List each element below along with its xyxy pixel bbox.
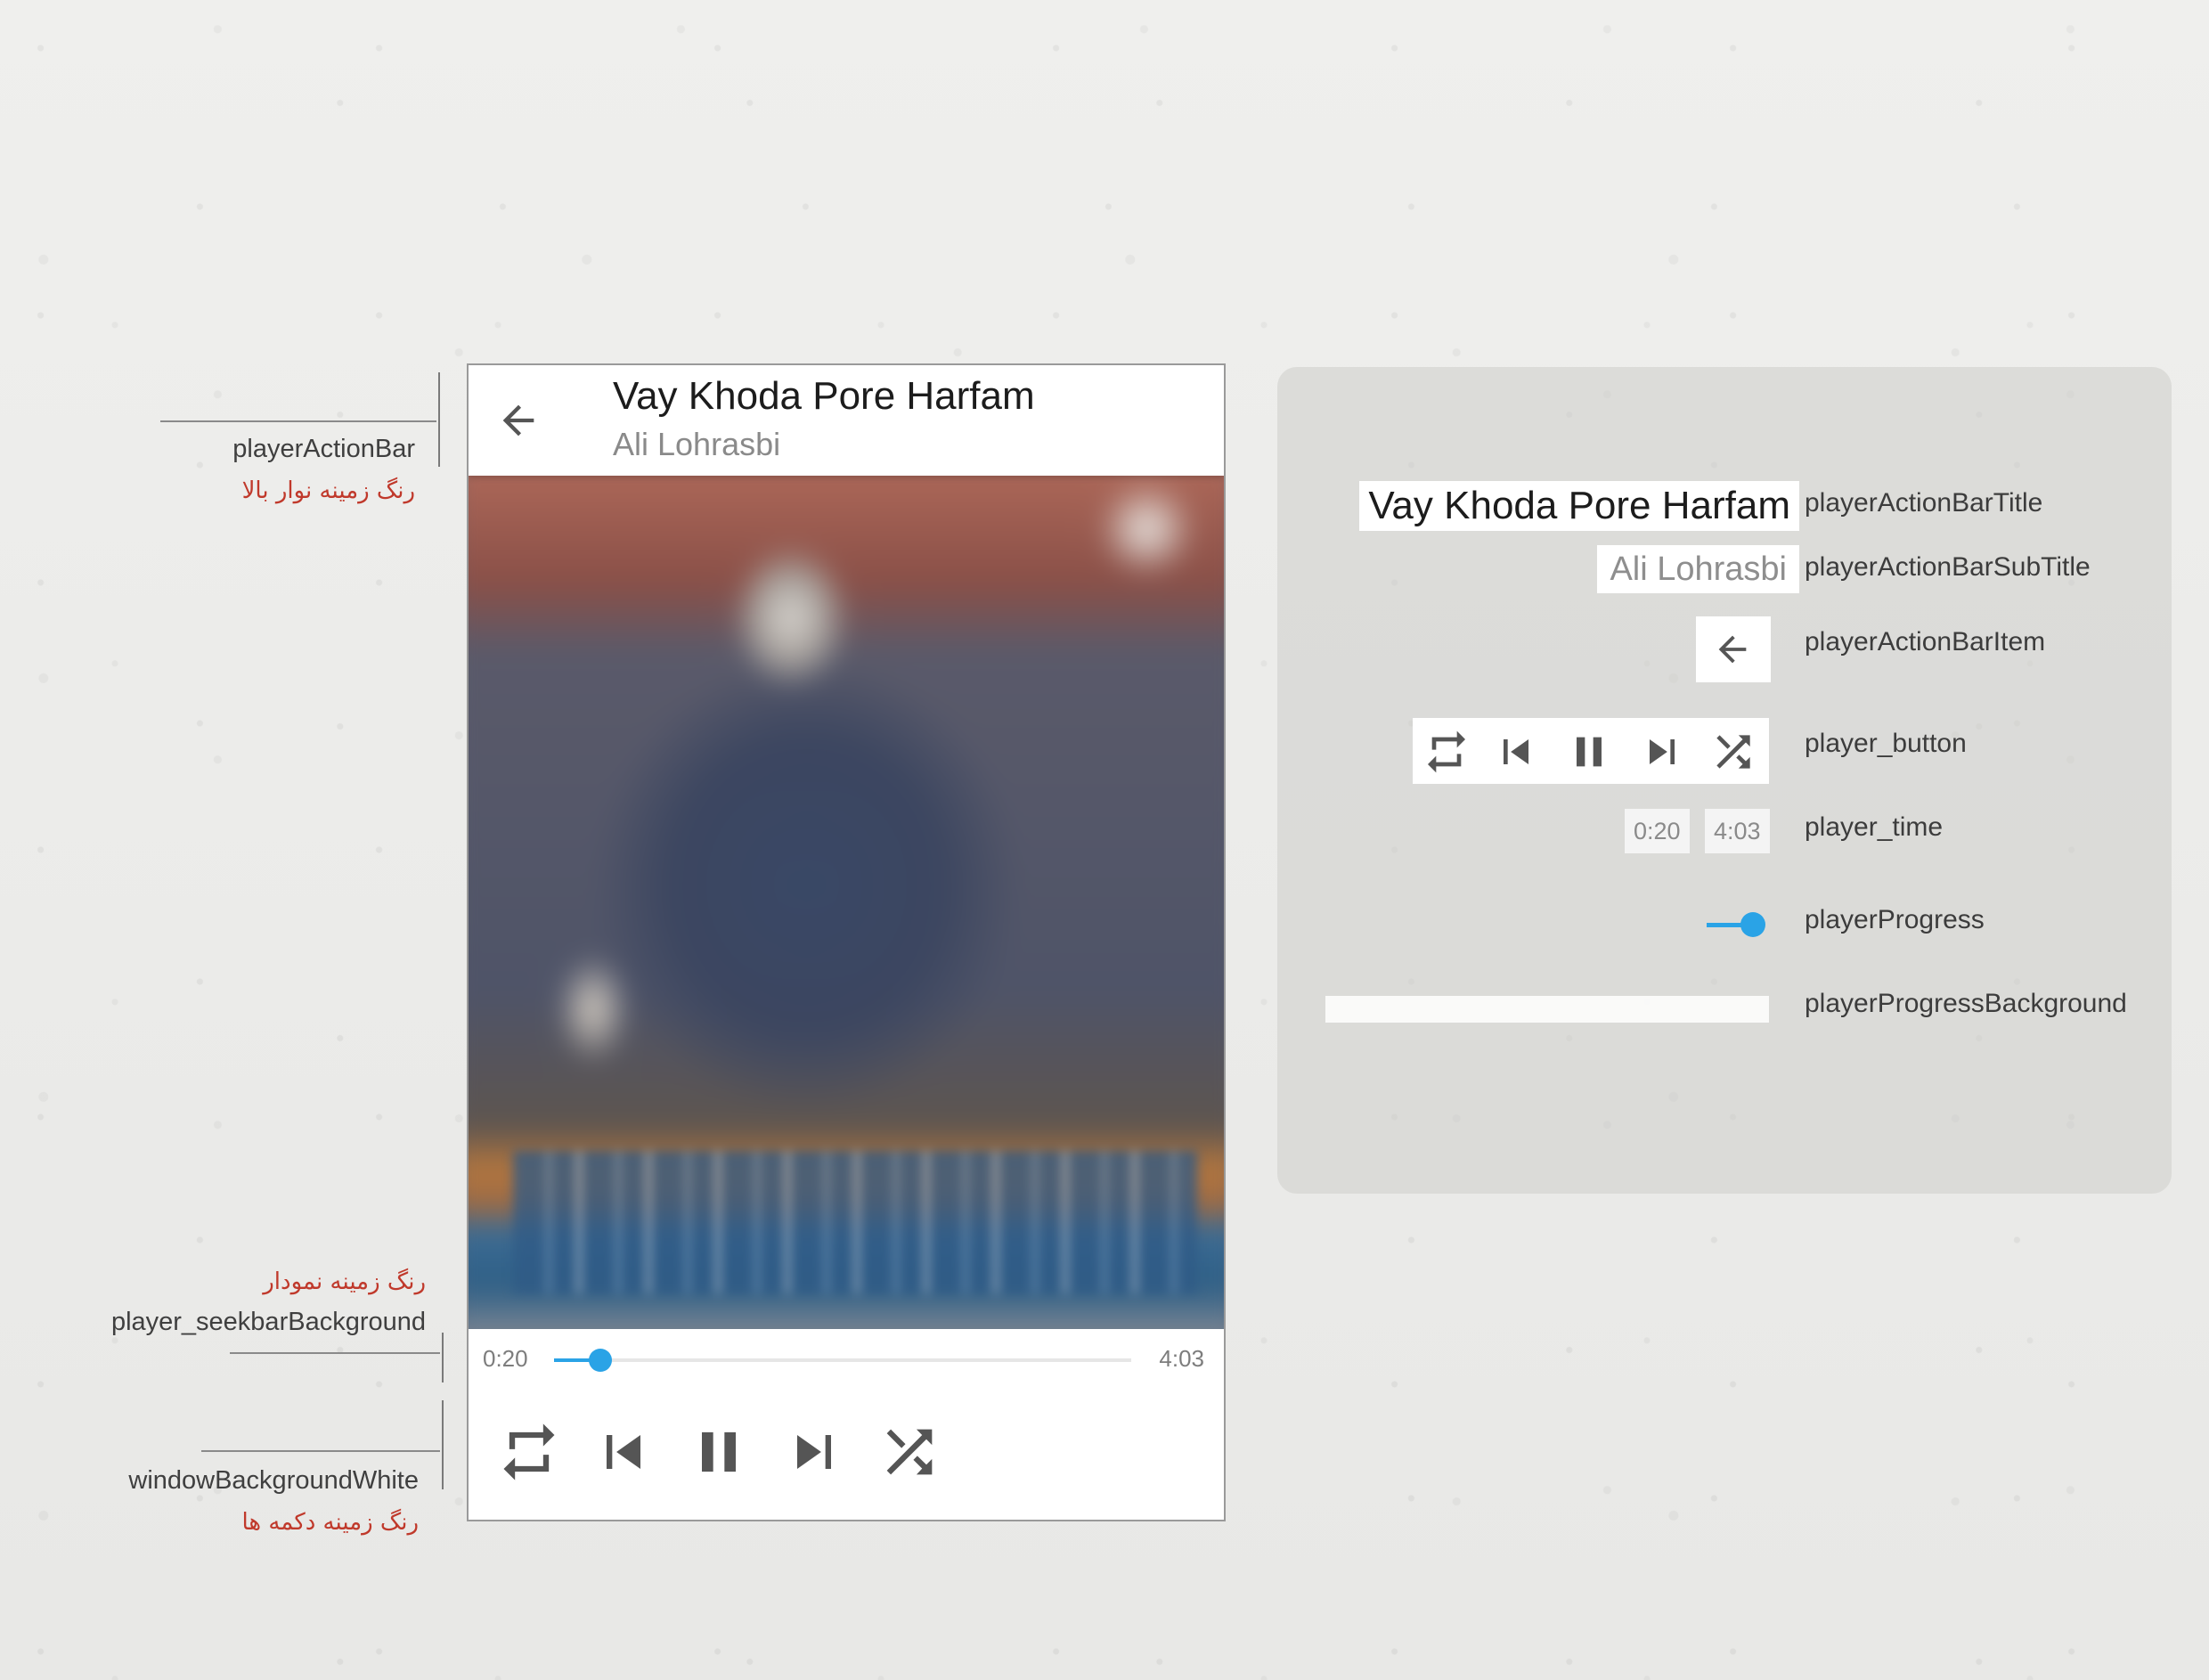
skip-previous-icon [607,1435,640,1469]
annotation-playerActionBar-fa: رنگ زمینه نوار بالا [241,477,415,504]
actionbar-annotation-line [160,420,436,422]
repeat-button[interactable] [495,1418,563,1486]
legend-label-item: playerActionBarItem [1805,627,2046,657]
seekbar-annotation-bracket [440,1333,444,1382]
next-button[interactable] [780,1418,848,1486]
annotation-playerActionBar: playerActionBar [232,435,415,463]
legend-label-time: player_time [1805,812,1944,842]
legend-title-sample: Vay Khoda Pore Harfam [1359,481,1799,531]
color-key-legend: Vay Khoda Pore Harfam playerActionBarTit… [1277,367,2172,1194]
legend-label-progress: playerProgress [1805,905,1985,934]
album-cover-lettering [513,1151,1197,1293]
player-controls [469,1391,1224,1520]
legend-time-total: 4:03 [1705,809,1770,853]
pause-icon [1577,737,1602,767]
track-artist: Ali Lohrasbi [613,426,781,462]
seekbar-annotation-line [230,1352,440,1354]
annotation-window-fa: رنگ زمینه دکمه ها [241,1509,419,1536]
legend-label-button: player_button [1805,729,1967,758]
pause-button[interactable] [685,1418,753,1486]
back-arrow-icon [1718,635,1747,664]
skip-next-icon [1650,739,1675,764]
legend-label-subtitle: playerActionBarSubTitle [1805,552,2091,582]
annotation-seekbar-fa: رنگ زمینه نمودار [263,1268,426,1295]
legend-button-sample [1413,718,1769,784]
legend-item-sample [1696,616,1771,682]
legend-time-current: 0:20 [1625,809,1690,853]
annotation-windowBackgroundWhite: windowBackgroundWhite [128,1466,419,1495]
shuffle-icon [1716,735,1750,769]
window-annotation-line [201,1450,440,1452]
previous-button[interactable] [590,1418,657,1486]
window-annotation-bracket [440,1400,444,1489]
repeat-icon [503,1423,555,1480]
shuffle-button[interactable] [876,1418,943,1486]
repeat-icon [1428,730,1465,773]
annotation-seekbar: player_seekbarBackground [110,1308,426,1336]
seekbar-track[interactable] [554,1349,1131,1372]
time-current: 0:20 [483,1345,528,1372]
player-screen: Vay Khoda Pore Harfam Ali Lohrasbi 0:20 … [467,363,1226,1521]
legend-progress-background-sample [1325,996,1769,1023]
album-cover [469,476,1224,1329]
legend-label-title: playerActionBarTitle [1805,488,2043,518]
legend-label-progress-bg: playerProgressBackground [1805,989,2127,1018]
seekbar-thumb[interactable] [588,1349,612,1372]
legend-subtitle-sample: Ali Lohrasbi [1597,545,1799,593]
legend-progress-thumb [1740,912,1765,937]
shuffle-icon [886,1429,933,1475]
track-title: Vay Khoda Pore Harfam [613,374,1035,418]
seekbar-area: 0:20 4:03 [469,1329,1224,1391]
back-arrow-icon[interactable] [495,397,542,444]
actionbar-annotation-bracket [436,372,440,467]
time-total: 4:03 [1159,1345,1204,1372]
pause-icon [702,1431,736,1472]
player-action-bar: Vay Khoda Pore Harfam Ali Lohrasbi [469,365,1224,476]
skip-previous-icon [1504,739,1528,764]
skip-next-icon [797,1435,831,1469]
